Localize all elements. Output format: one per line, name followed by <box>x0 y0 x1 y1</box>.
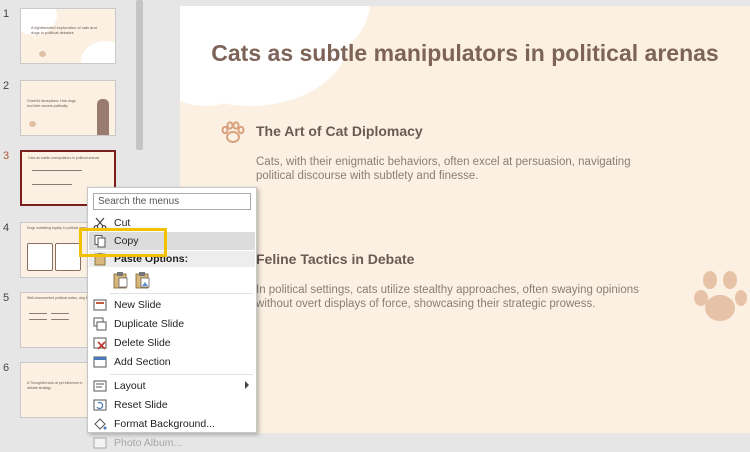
menu-item-reset-slide[interactable]: Reset Slide <box>89 396 255 414</box>
slide-title[interactable]: Cats as subtle manipulators in political… <box>180 40 750 67</box>
menu-item-new-slide[interactable]: New Slide <box>89 296 255 314</box>
add-section-icon <box>93 356 107 368</box>
menu-item-label: Format Background... <box>114 418 215 430</box>
menu-item-duplicate-slide[interactable]: Duplicate Slide <box>89 315 255 333</box>
thumbnail-title: A lighthearted exploration of cats and d… <box>31 25 97 35</box>
menu-item-label: Delete Slide <box>114 337 171 349</box>
paste-picture-icon <box>135 272 150 289</box>
thumbnail-scrollbar-thumb[interactable] <box>136 0 143 150</box>
menu-item-layout[interactable]: Layout <box>89 377 255 395</box>
paw-icon <box>221 121 245 143</box>
layout-icon <box>93 380 107 392</box>
highlight-annotation-box <box>79 228 167 257</box>
duplicate-slide-icon <box>93 317 107 331</box>
section-heading-feline-tactics[interactable]: Feline Tactics in Debate <box>256 251 414 267</box>
slide-canvas[interactable]: Cats as subtle manipulators in political… <box>180 6 750 433</box>
photo-album-icon <box>93 437 107 449</box>
menu-item-add-section[interactable]: Add Section <box>89 353 255 371</box>
menu-item-label: Photo Album... <box>114 437 183 449</box>
menu-item-format-background[interactable]: Format Background... <box>89 415 255 433</box>
paint-bucket-icon <box>94 418 107 430</box>
slide-thumbnail-1[interactable]: A lighthearted exploration of cats and d… <box>20 8 116 64</box>
menu-item-label: Layout <box>114 380 146 392</box>
section-body-feline-tactics[interactable]: In political settings, cats utilize stea… <box>256 283 656 311</box>
reset-slide-icon <box>93 399 107 411</box>
menu-item-delete-slide[interactable]: Delete Slide <box>89 334 255 352</box>
menu-search-input[interactable]: Search the menus <box>93 193 251 210</box>
slide-number-5: 5 <box>3 292 10 304</box>
slide-number-6: 6 <box>3 362 10 374</box>
submenu-arrow-icon <box>245 381 249 389</box>
menu-item-label: Reset Slide <box>114 399 168 411</box>
menu-item-label: Add Section <box>114 356 171 368</box>
thumbnail-title: A Thoughtful look at pet influence in de… <box>27 381 83 390</box>
slide-number-2: 2 <box>3 80 10 92</box>
menu-item-label: New Slide <box>114 299 162 311</box>
clipboard-icon <box>113 272 128 289</box>
paw-decoration-icon <box>694 271 747 321</box>
thumbnail-title: Cheerful deceptions: How dogs fool their… <box>27 99 76 108</box>
menu-item-label: Duplicate Slide <box>114 318 185 330</box>
context-menu: Search the menus Cut Copy Paste Options: <box>87 187 257 449</box>
paste-picture-button[interactable] <box>135 271 151 289</box>
section-body-cat-diplomacy[interactable]: Cats, with their enigmatic behaviors, of… <box>256 155 656 183</box>
paste-keep-formatting-button[interactable] <box>113 271 129 289</box>
slide-number-3: 3 <box>3 150 10 162</box>
delete-slide-icon <box>93 337 107 350</box>
section-heading-cat-diplomacy[interactable]: The Art of Cat Diplomacy <box>256 123 423 139</box>
slide-number-1: 1 <box>3 8 10 20</box>
new-slide-icon <box>93 299 107 311</box>
menu-item-photo-album: Photo Album... <box>89 434 255 452</box>
slide-thumbnail-2[interactable]: Cheerful deceptions: How dogs fool their… <box>20 80 116 136</box>
thumbnail-title: Cats as subtle manipulators in political… <box>28 156 100 160</box>
slide-number-4: 4 <box>3 222 10 234</box>
